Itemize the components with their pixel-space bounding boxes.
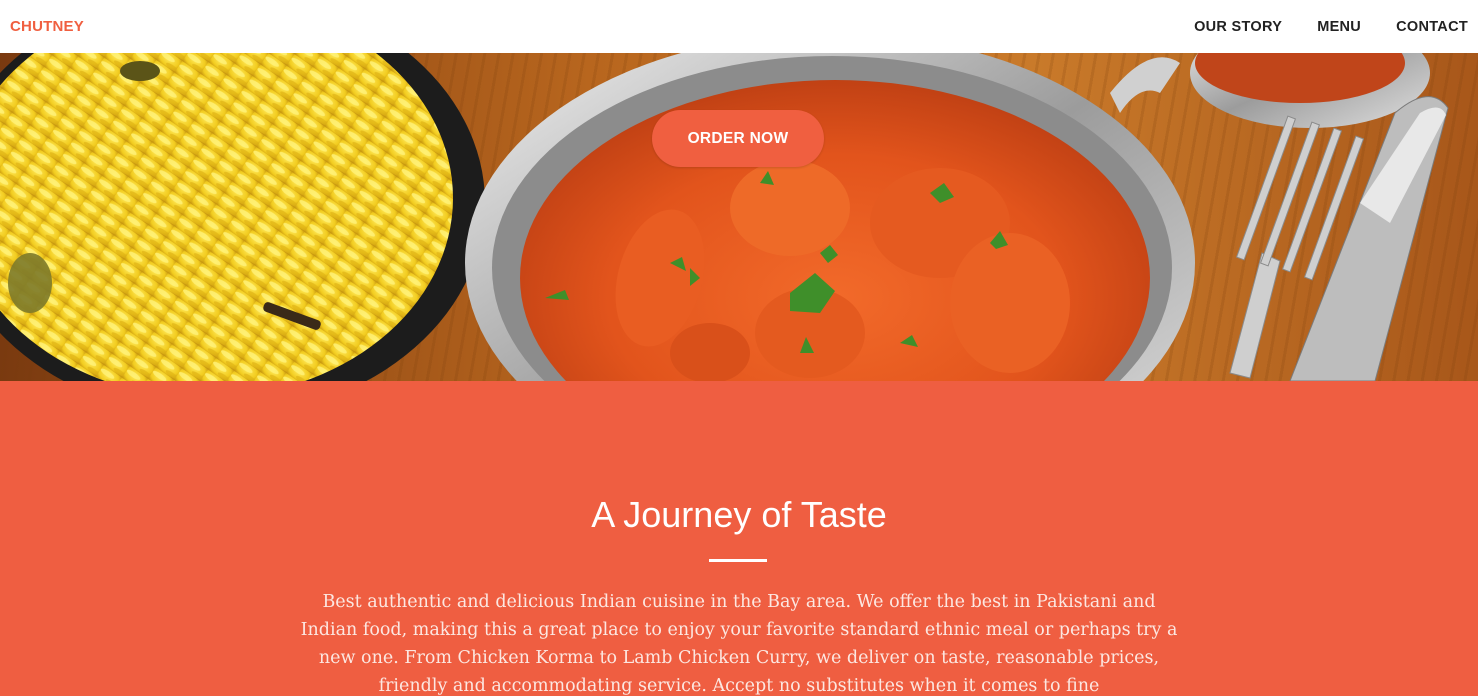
- hero-food-image: [0, 53, 1449, 381]
- nav-link-contact[interactable]: CONTACT: [1396, 19, 1468, 35]
- about-title: A Journey of Taste: [591, 494, 887, 535]
- title-divider: [709, 559, 767, 562]
- nav-link-our-story[interactable]: OUR STORY: [1194, 19, 1282, 35]
- navbar: CHUTNEY OUR STORY MENU CONTACT: [0, 0, 1478, 53]
- nav-links: OUR STORY MENU CONTACT: [1159, 0, 1468, 53]
- hero-section: ORDER NOW: [0, 53, 1478, 381]
- order-now-button[interactable]: ORDER NOW: [652, 110, 824, 167]
- about-section: A Journey of Taste Best authentic and de…: [0, 381, 1478, 696]
- nav-link-menu[interactable]: MENU: [1317, 19, 1361, 35]
- about-description: Best authentic and delicious Indian cuis…: [300, 592, 1178, 696]
- brand-logo-link[interactable]: CHUTNEY: [10, 18, 84, 35]
